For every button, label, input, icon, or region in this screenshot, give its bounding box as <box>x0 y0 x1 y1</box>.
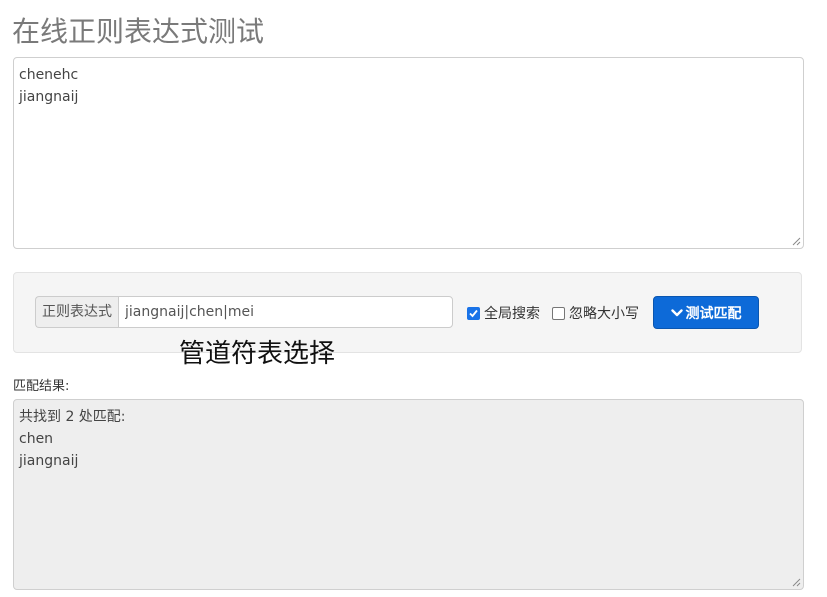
page-title: 在线正则表达式测试 <box>12 15 265 48</box>
chevron-down-icon <box>670 308 683 316</box>
ignore-case-label: 忽略大小写 <box>569 306 639 322</box>
global-search-label: 全局搜索 <box>484 306 540 322</box>
source-text-area[interactable]: chenehc jiangnaij <box>13 57 804 249</box>
regex-input-group: 正则表达式 <box>35 296 453 328</box>
global-search-option[interactable]: 全局搜索 <box>467 303 540 323</box>
resize-grip-icon[interactable] <box>791 236 801 246</box>
regex-tester-page: 在线正则表达式测试 chenehc jiangnaij 正则表达式 全局搜索 忽… <box>0 0 827 597</box>
test-match-button-label: 测试匹配 <box>685 305 742 322</box>
regex-input[interactable] <box>118 296 453 328</box>
ignore-case-option[interactable]: 忽略大小写 <box>552 303 639 323</box>
global-search-checkbox[interactable] <box>467 306 480 320</box>
regex-label: 正则表达式 <box>35 296 118 328</box>
result-text-area: 共找到 2 处匹配: chen jiangnaij <box>13 399 804 590</box>
test-match-button[interactable]: 测试匹配 <box>653 296 759 329</box>
ignore-case-checkbox[interactable] <box>552 306 565 320</box>
result-label: 匹配结果: <box>13 379 70 394</box>
checkmark-icon <box>469 309 478 317</box>
resize-grip-icon[interactable] <box>791 577 801 587</box>
annotation-caption: 管道符表选择 <box>179 339 336 369</box>
